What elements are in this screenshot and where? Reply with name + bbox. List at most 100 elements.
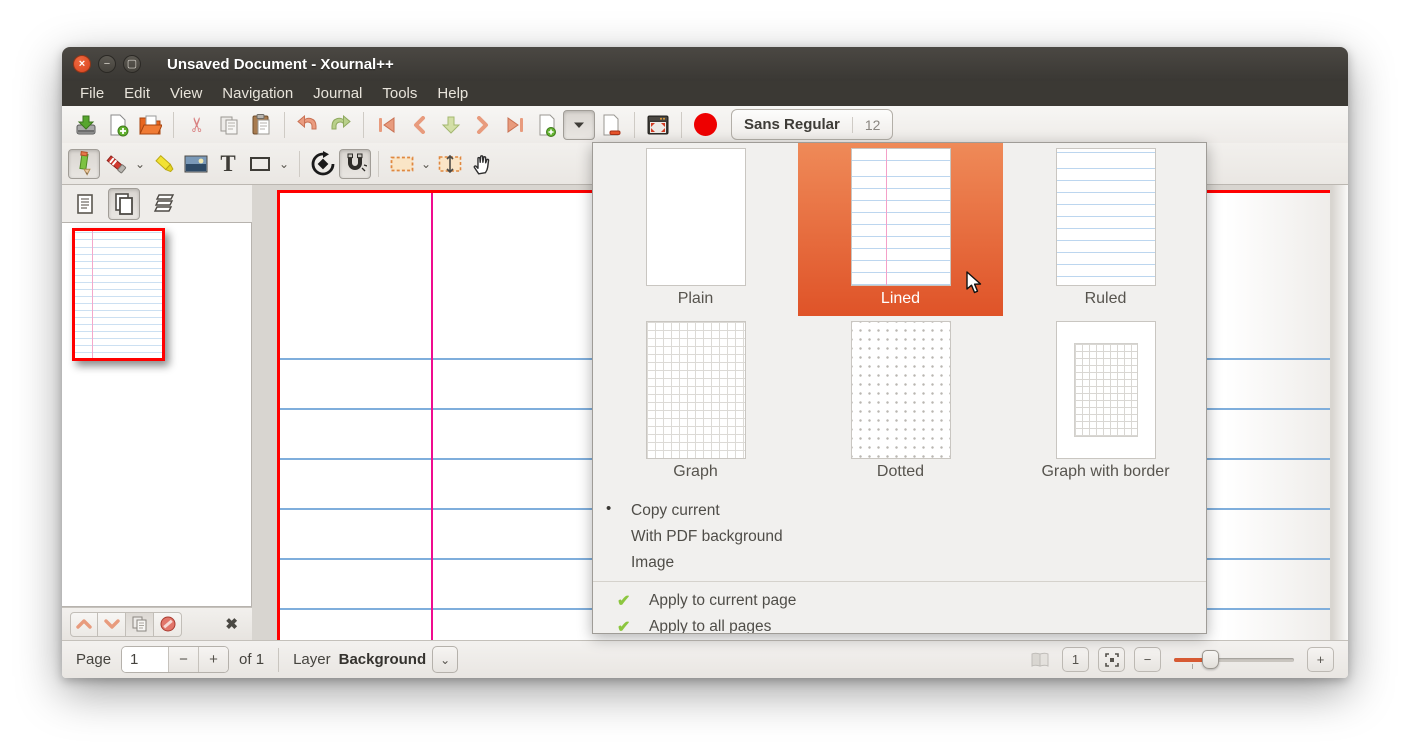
sidebar-tab-pages[interactable] <box>108 188 140 220</box>
hand-tool-button[interactable] <box>466 149 498 179</box>
zoom-in-label: + <box>1317 652 1325 667</box>
page-label: Page <box>76 651 111 668</box>
zoom-slider-handle[interactable] <box>1202 650 1219 669</box>
font-size: 12 <box>852 117 893 133</box>
eraser-icon <box>103 152 129 176</box>
next-page-icon <box>475 116 491 134</box>
undo-button[interactable] <box>292 110 324 140</box>
record-button[interactable] <box>689 110 721 140</box>
two-page-view-button[interactable] <box>1026 647 1053 672</box>
copy-icon <box>131 615 149 633</box>
zoom-controls: 1 − + <box>1026 647 1334 672</box>
toolbar-separator <box>681 112 682 138</box>
delete-page-button-sidebar[interactable] <box>154 612 182 637</box>
copy-button[interactable] <box>213 110 245 140</box>
chevron-down-icon <box>573 121 585 129</box>
zoom-slider <box>1174 647 1294 672</box>
open-folder-icon <box>138 114 162 136</box>
select-rectangle-button[interactable] <box>386 149 418 179</box>
font-name: Sans Regular <box>732 116 852 133</box>
template-graph[interactable]: Graph <box>593 316 798 489</box>
highlighter-icon <box>152 152 176 176</box>
window-maximize-button[interactable]: ▢ <box>123 55 141 73</box>
text-tool-button[interactable]: T <box>212 149 244 179</box>
undo-icon <box>296 115 320 135</box>
page-template-dropdown-button[interactable] <box>563 110 595 140</box>
menu-journal[interactable]: Journal <box>303 83 372 104</box>
page-thumbnail-1[interactable] <box>72 228 165 361</box>
menu-tools[interactable]: Tools <box>372 83 427 104</box>
window-close-button[interactable]: × <box>73 55 91 73</box>
zoom-fit-button[interactable] <box>1098 647 1125 672</box>
snap-grid-button[interactable] <box>339 149 371 179</box>
eraser-options-dropdown[interactable]: ⌄ <box>132 157 148 171</box>
paste-icon <box>250 113 272 136</box>
template-graph-with-border[interactable]: Graph with border <box>1003 316 1207 489</box>
save-button[interactable] <box>70 110 102 140</box>
highlighter-tool-button[interactable] <box>148 149 180 179</box>
menu-file[interactable]: File <box>70 83 114 104</box>
goto-down-icon <box>441 115 461 135</box>
layers-icon <box>152 193 178 215</box>
vertical-space-button[interactable] <box>434 149 466 179</box>
goto-page-button[interactable] <box>435 110 467 140</box>
template-plain[interactable]: Plain <box>593 143 798 316</box>
page-increment-button[interactable]: + <box>198 647 228 672</box>
page-decrement-button[interactable]: − <box>168 647 198 672</box>
layer-dropdown-button[interactable]: ⌄ <box>432 646 458 673</box>
pen-tool-button[interactable] <box>68 149 100 179</box>
move-page-up-button[interactable] <box>70 612 98 637</box>
menu-view[interactable]: View <box>160 83 212 104</box>
template-label: Graph <box>673 463 717 481</box>
menu-item-image[interactable]: Image <box>593 550 1206 576</box>
menu-item-with-pdf-background[interactable]: With PDF background <box>593 524 1206 550</box>
fullscreen-button[interactable] <box>642 110 674 140</box>
window-title: Unsaved Document - Xournal++ <box>167 56 394 73</box>
zoom-out-button[interactable]: − <box>1134 647 1161 672</box>
open-button[interactable] <box>134 110 166 140</box>
snap-rotation-button[interactable] <box>307 149 339 179</box>
sidebar-tab-layers[interactable] <box>148 189 182 219</box>
shape-options-dropdown[interactable]: ⌄ <box>276 157 292 171</box>
image-tool-button[interactable] <box>180 149 212 179</box>
delete-page-icon <box>600 113 622 137</box>
selection-options-dropdown[interactable]: ⌄ <box>418 157 434 171</box>
menu-item-copy-current[interactable]: • Copy current <box>593 498 1206 524</box>
cut-button[interactable]: ✂ <box>181 110 213 140</box>
copy-page-button[interactable] <box>126 612 154 637</box>
page-spinner: − + <box>121 646 229 673</box>
page-number-input[interactable] <box>122 647 168 672</box>
font-button[interactable]: Sans Regular 12 <box>731 109 893 140</box>
layer-label: Layer <box>293 651 331 668</box>
template-ruled[interactable]: Ruled <box>1003 143 1207 316</box>
menu-item-apply-all-pages[interactable]: ✔ Apply to all pages <box>593 614 1206 634</box>
toolbar-separator <box>634 112 635 138</box>
new-page-after-button[interactable] <box>531 110 563 140</box>
move-page-down-button[interactable] <box>98 612 126 637</box>
delete-page-button[interactable] <box>595 110 627 140</box>
zoom-in-button[interactable]: + <box>1307 647 1334 672</box>
next-page-button[interactable] <box>467 110 499 140</box>
close-sidebar-icon[interactable]: ✖ <box>225 615 238 633</box>
zoom-out-label: − <box>1144 652 1152 667</box>
menu-item-apply-current-page[interactable]: ✔ Apply to current page <box>593 588 1206 614</box>
previous-page-button[interactable] <box>403 110 435 140</box>
first-page-button[interactable] <box>371 110 403 140</box>
window-minimize-button[interactable]: − <box>98 55 116 73</box>
last-page-button[interactable] <box>499 110 531 140</box>
statusbar-separator <box>278 648 279 672</box>
sidebar-tab-contents[interactable] <box>70 189 100 219</box>
template-dotted[interactable]: Dotted <box>798 316 1003 489</box>
new-document-button[interactable] <box>102 110 134 140</box>
toolbar-main: ✂ <box>62 106 1348 143</box>
shape-tool-button[interactable] <box>244 149 276 179</box>
zoom-100-button[interactable]: 1 <box>1062 647 1089 672</box>
menu-edit[interactable]: Edit <box>114 83 160 104</box>
last-page-icon <box>504 116 526 134</box>
menu-help[interactable]: Help <box>427 83 478 104</box>
menu-item-label: Apply to current page <box>649 592 796 610</box>
paste-button[interactable] <box>245 110 277 140</box>
eraser-tool-button[interactable] <box>100 149 132 179</box>
menu-navigation[interactable]: Navigation <box>212 83 303 104</box>
redo-button[interactable] <box>324 110 356 140</box>
